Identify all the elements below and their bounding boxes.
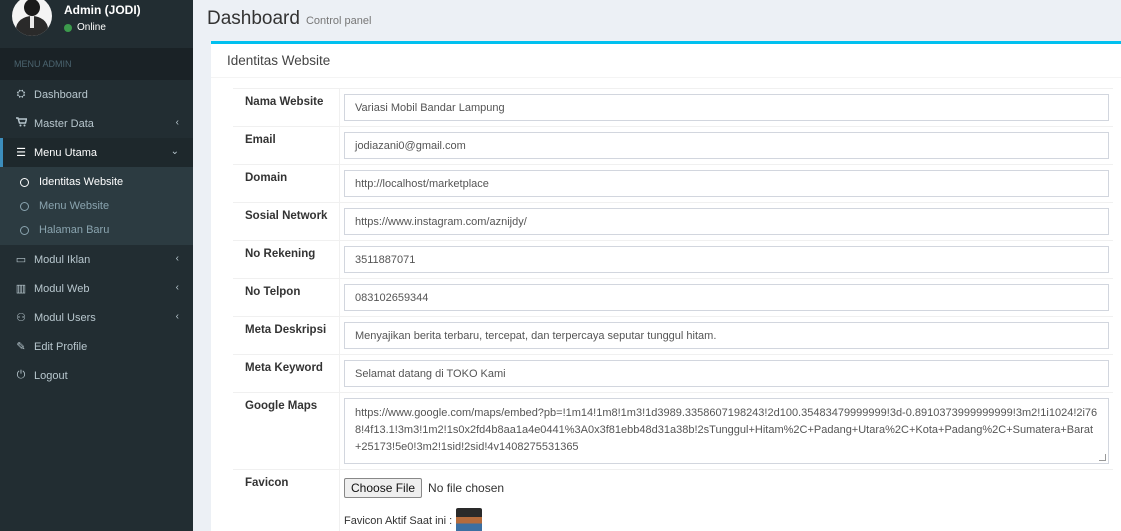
chevron-down-icon: ⌄ — [170, 146, 179, 157]
meta-keyword-input[interactable]: Selamat datang di TOKO Kami — [344, 360, 1109, 387]
list-icon: ☰ — [16, 147, 26, 159]
email-input[interactable]: jodiazani0@gmail.com — [344, 132, 1109, 159]
form-row-google-maps: Google Maps https://www.google.com/maps/… — [233, 392, 1113, 469]
submenu-item-label: Identitas Website — [39, 176, 124, 188]
sidebar-item-dashboard[interactable]: ⛭ Dashboard — [0, 80, 193, 109]
online-status-icon — [64, 23, 72, 32]
chevron-left-icon: ‹ — [175, 282, 179, 293]
form-row-sosial-network: Sosial Network https://www.instagram.com… — [233, 202, 1113, 240]
field-label: Google Maps — [233, 393, 340, 469]
dashboard-icon: ⛭ — [16, 88, 26, 100]
form-row-no-rekening: No Rekening 3511887071 — [233, 240, 1113, 278]
submenu-item-menu-website[interactable]: Menu Website — [0, 194, 193, 218]
field-label: Nama Website — [233, 89, 340, 126]
field-label: Meta Deskripsi — [233, 317, 340, 354]
circle-icon — [20, 177, 29, 187]
google-maps-textarea[interactable]: https://www.google.com/maps/embed?pb=!1m… — [344, 398, 1109, 464]
page-subtitle: Control panel — [305, 15, 372, 27]
form-row-meta-keyword: Meta Keyword Selamat datang di TOKO Kami — [233, 354, 1113, 392]
circle-icon — [20, 225, 29, 235]
form-row-no-telpon: No Telpon 083102659344 — [233, 278, 1113, 316]
sidebar-item-label: Modul Users — [34, 311, 96, 324]
form-row-nama-website: Nama Website Variasi Mobil Bandar Lampun… — [233, 88, 1113, 126]
choose-file-button[interactable]: Choose File — [344, 478, 423, 498]
sidebar-item-label: Dashboard — [34, 88, 88, 101]
sidebar-item-modul-users[interactable]: ⚇ Modul Users ‹ — [0, 303, 193, 332]
submenu-item-label: Halaman Baru — [39, 224, 110, 236]
circle-icon — [20, 201, 29, 211]
nama-website-input[interactable]: Variasi Mobil Bandar Lampung — [344, 94, 1109, 121]
chevron-left-icon: ‹ — [175, 117, 179, 128]
sidebar-item-label: Menu Utama — [34, 146, 97, 159]
tv-icon: ▭ — [15, 254, 27, 266]
sidebar-item-label: Logout — [34, 369, 68, 382]
field-label: Sosial Network — [233, 203, 340, 240]
submenu-item-label: Menu Website — [39, 200, 110, 212]
chevron-left-icon: ‹ — [175, 311, 179, 322]
resize-handle-icon[interactable] — [1099, 454, 1106, 461]
sidebar-item-menu-utama[interactable]: ☰ Menu Utama ⌄ — [0, 138, 193, 167]
sidebar-item-label: Modul Web — [34, 282, 90, 295]
google-maps-value: https://www.google.com/maps/embed?pb=!1m… — [355, 407, 1098, 453]
sosial-network-input[interactable]: https://www.instagram.com/aznijdy/ — [344, 208, 1109, 235]
edit-icon: ✎ — [16, 341, 26, 353]
page-title: Dashboard — [207, 8, 300, 29]
field-label: Favicon — [233, 470, 340, 531]
chevron-left-icon: ‹ — [175, 253, 179, 264]
user-panel: Admin (JODI) Online — [0, 0, 193, 48]
favicon-active-label: Favicon Aktif Saat ini : — [344, 515, 453, 527]
sidebar-item-logout[interactable]: ⏻ Logout — [0, 361, 193, 390]
form-row-email: Email jodiazani0@gmail.com — [233, 126, 1113, 164]
submenu-item-halaman-baru[interactable]: Halaman Baru — [0, 218, 193, 242]
field-label: No Telpon — [233, 279, 340, 316]
sidebar-item-modul-web[interactable]: ▥ Modul Web ‹ — [0, 274, 193, 303]
form-row-favicon: Favicon Choose File No file chosen Favic… — [233, 469, 1113, 531]
identitas-box: Identitas Website Nama Website Variasi M… — [211, 41, 1121, 531]
sidebar-item-modul-iklan[interactable]: ▭ Modul Iklan ‹ — [0, 245, 193, 274]
chart-icon: ▥ — [15, 283, 27, 295]
sidebar: Admin (JODI) Online MENU ADMIN ⛭ Dashboa… — [0, 0, 193, 531]
content-header: Dashboard Control panel — [207, 8, 371, 30]
sidebar-item-label: Edit Profile — [34, 340, 88, 353]
field-label: Domain — [233, 165, 340, 202]
submenu-item-identitas-website[interactable]: Identitas Website — [0, 170, 193, 194]
user-name: Admin (JODI) — [64, 3, 141, 17]
no-file-label: No file chosen — [428, 481, 505, 495]
users-icon: ⚇ — [16, 312, 26, 324]
favicon-image — [456, 508, 483, 531]
sidebar-item-master-data[interactable]: Master Data ‹ — [0, 109, 193, 138]
power-icon: ⏻ — [16, 369, 26, 381]
user-status: Online — [64, 22, 106, 33]
cart-icon — [14, 117, 28, 130]
submenu-menu-utama: Identitas Website Menu Website Halaman B… — [0, 167, 193, 245]
form-row-meta-deskripsi: Meta Deskripsi Menyajikan berita terbaru… — [233, 316, 1113, 354]
menu-header: MENU ADMIN — [0, 48, 193, 80]
meta-deskripsi-input[interactable]: Menyajikan berita terbaru, tercepat, dan… — [344, 322, 1109, 349]
avatar — [12, 0, 52, 36]
favicon-active-row: Favicon Aktif Saat ini : — [344, 504, 1109, 531]
no-telpon-input[interactable]: 083102659344 — [344, 284, 1109, 311]
sidebar-item-label: Modul Iklan — [34, 253, 91, 266]
box-title: Identitas Website — [211, 44, 1121, 78]
field-label: No Rekening — [233, 241, 340, 278]
domain-input[interactable]: http://localhost/marketplace — [344, 170, 1109, 197]
sidebar-item-label: Master Data — [34, 117, 94, 130]
form-table: Nama Website Variasi Mobil Bandar Lampun… — [233, 88, 1113, 531]
field-label: Meta Keyword — [233, 355, 340, 392]
no-rekening-input[interactable]: 3511887071 — [344, 246, 1109, 273]
file-input: Choose File No file chosen — [344, 475, 1109, 501]
form-row-domain: Domain http://localhost/marketplace — [233, 164, 1113, 202]
field-label: Email — [233, 127, 340, 164]
sidebar-item-edit-profile[interactable]: ✎ Edit Profile — [0, 332, 193, 361]
user-status-label: Online — [77, 22, 106, 33]
